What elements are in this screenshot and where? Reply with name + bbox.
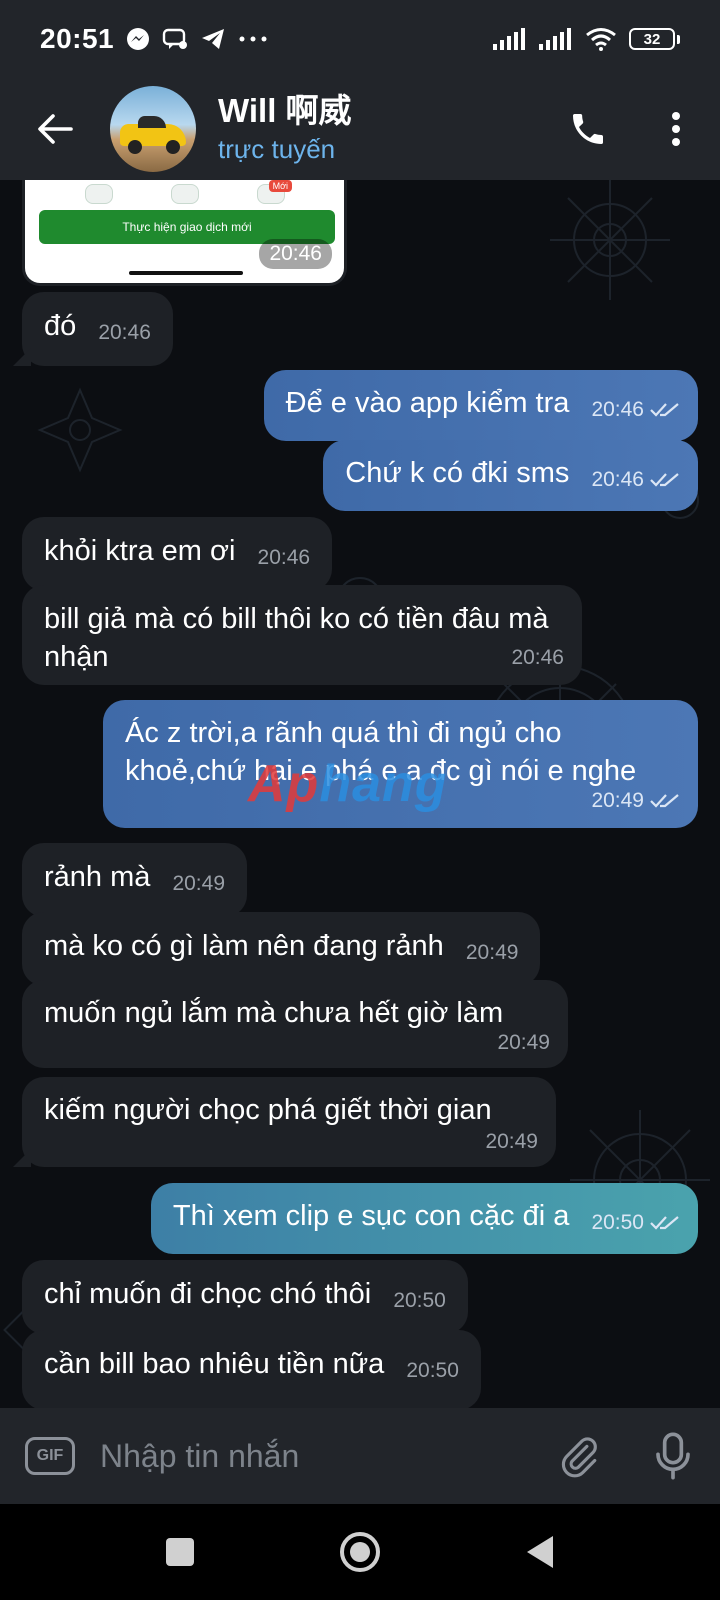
home-indicator [129,271,243,275]
more-vertical-icon [672,112,680,146]
status-bar: 20:51 32 [0,0,720,78]
more-options-button[interactable] [632,85,720,173]
message-text: kiếm người chọc phá giết thời gian [44,1094,492,1126]
image-message[interactable]: Mới Thực hiện giao dịch mới 20:46 [22,180,347,286]
message-text: bill giả mà có bill thôi ko có tiền đâu … [44,603,549,673]
chat-icon [162,27,188,51]
back-triangle-icon [527,1536,553,1568]
outgoing-message[interactable]: Thì xem clip e sục con cặc đi a 20:50 [150,1183,698,1254]
message-text: rảnh mà [44,861,151,893]
message-time: 20:50 [406,1359,459,1382]
double-check-icon [650,1216,679,1230]
back-button[interactable] [0,78,110,180]
avatar[interactable] [110,86,196,172]
contact-info[interactable]: Will 啊威 trực tuyến [218,91,352,167]
message-time: 20:49 [485,1130,538,1153]
contact-name: Will 啊威 [218,92,352,129]
message-input-bar: GIF [0,1408,720,1504]
message-time: 20:49 [497,1031,550,1054]
telegram-icon [200,27,226,51]
microphone-icon [656,1432,690,1480]
message-text: Chứ k có đki sms [345,457,570,489]
message-time: 20:46 [257,546,311,569]
incoming-message[interactable]: kiếm người chọc phá giết thời gian 20:49 [22,1077,556,1167]
new-badge: Mới [268,180,292,192]
message-text: mà ko có gì làm nên đang rảnh [44,930,444,962]
nav-back-button[interactable] [510,1522,570,1582]
double-check-icon [650,403,679,417]
message-text: chỉ muốn đi chọc chó thôi [44,1278,372,1310]
status-time: 20:51 [40,23,115,54]
battery-icon: 32 [629,28,680,50]
incoming-message[interactable]: mà ko có gì làm nên đang rảnh 20:49 [22,912,541,986]
incoming-message[interactable]: chỉ muốn đi chọc chó thôi 20:50 [22,1260,468,1334]
message-text: muốn ngủ lắm mà chưa hết giờ làm [44,997,504,1029]
message-text: đó [44,310,77,342]
double-check-icon [650,473,679,487]
message-time: 20:49 [591,789,644,812]
chat-header: Will 啊威 trực tuyến [0,78,720,180]
message-time: 20:49 [172,872,226,895]
message-time: 20:46 [511,646,564,669]
message-time: 20:46 [98,321,151,344]
watermark-logo: Aphang [248,755,448,813]
voice-record-button[interactable] [626,1408,720,1504]
recents-square-icon [166,1538,194,1566]
message-text: khỏi ktra em ơi [44,535,236,567]
message-text: Thì xem clip e sục con cặc đi a [172,1200,570,1232]
contact-status: trực tuyến [218,134,336,164]
more-dots-icon [238,34,268,44]
message-time: 20:46 [591,468,644,491]
gif-icon: GIF [25,1437,75,1475]
back-arrow-icon [38,114,73,144]
home-circle-icon [340,1532,380,1572]
gif-button[interactable]: GIF [0,1408,100,1504]
message-time: 20:46 [259,239,332,269]
incoming-message[interactable]: cần bill bao nhiêu tiền nữa 20:50 [22,1330,481,1408]
chat-area[interactable]: Mới Thực hiện giao dịch mới 20:46 đó 20:… [0,180,720,1408]
message-time: 20:49 [465,941,519,964]
incoming-message[interactable]: bill giả mà có bill thôi ko có tiền đâu … [22,585,582,685]
incoming-message[interactable]: muốn ngủ lắm mà chưa hết giờ làm 20:49 [22,980,568,1068]
wifi-icon [585,27,617,51]
attach-button[interactable] [532,1408,626,1504]
incoming-message[interactable]: rảnh mà 20:49 [22,843,248,917]
incoming-message[interactable]: khỏi ktra em ơi 20:46 [22,517,333,591]
incoming-message[interactable]: đó 20:46 [22,292,173,366]
signal-icon [493,28,527,50]
recents-button[interactable] [150,1522,210,1582]
messenger-icon [126,27,150,51]
system-nav-bar [0,1504,720,1600]
home-button[interactable] [330,1522,390,1582]
wallet-icon [171,184,199,204]
phone-icon [573,114,603,144]
message-time: 20:46 [591,398,644,421]
call-button[interactable] [544,85,632,173]
outgoing-message[interactable]: Chứ k có đki sms 20:46 [323,440,698,511]
signal-icon [539,28,573,50]
message-time: 20:50 [393,1289,446,1312]
paperclip-icon [561,1437,597,1478]
message-text: Để e vào app kiểm tra [285,387,570,419]
outgoing-message[interactable]: Để e vào app kiểm tra 20:46 [263,370,698,441]
message-text: cần bill bao nhiêu tiền nữa [44,1348,385,1380]
message-time: 20:50 [591,1211,644,1234]
battery-level: 32 [629,28,675,50]
share-icon [85,184,113,204]
message-input[interactable] [100,1426,532,1486]
double-check-icon [650,794,679,808]
